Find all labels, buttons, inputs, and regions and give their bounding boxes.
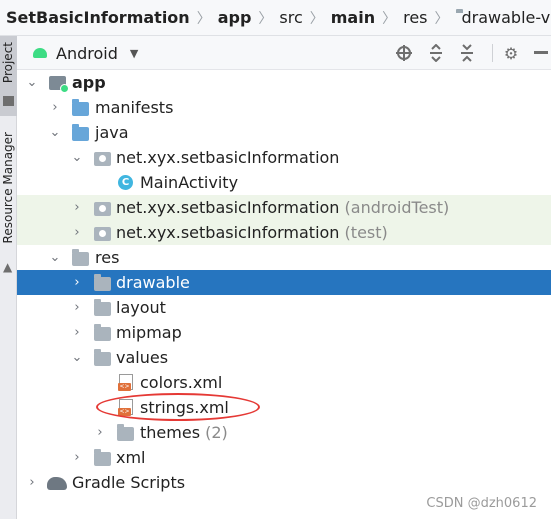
tree-row-package-androidtest[interactable]: › net.xyx.setbasicInformation (androidTe… [17,195,551,220]
item-count: (2) [205,423,228,442]
tree-row-label: colors.xml [140,373,223,392]
tree-row-mainactivity[interactable]: C MainActivity [17,170,551,195]
chevron-right-icon[interactable]: › [25,475,39,490]
tree-row-label: drawable [116,273,190,292]
chevron-right-icon[interactable]: › [48,100,62,115]
package-icon [94,152,111,166]
tree-row-label: net.xyx.setbasicInformation (test) [116,223,388,242]
chevron-right-icon[interactable]: › [70,225,84,240]
collapse-all-icon[interactable] [457,43,477,63]
folder-icon [3,96,14,106]
tool-window-strip: Project Resource Manager ▲ [0,36,17,519]
chevron-right-icon[interactable]: › [70,300,84,315]
folder-name: themes [140,423,201,442]
package-icon [94,227,111,241]
breadcrumb-item-res[interactable]: res [403,8,427,27]
folder-icon [94,324,111,341]
breadcrumb-item-main[interactable]: main [331,8,375,27]
folder-icon [94,274,111,291]
annotation-ellipse [96,393,260,421]
tree-row-label: MainActivity [140,173,239,192]
folder-icon [72,249,89,266]
tree-row-label: manifests [95,98,174,117]
folder-icon [72,124,89,141]
locate-icon[interactable] [394,43,414,63]
chevron-down-icon[interactable]: ⌄ [48,125,62,140]
package-icon [94,202,111,216]
android-icon [33,48,47,58]
tree-row-package[interactable]: ⌄ net.xyx.setbasicInformation [17,145,551,170]
tree-row-label: mipmap [116,323,182,342]
breadcrumb-separator-icon: 〉 [382,10,397,27]
tree-row-label: layout [116,298,166,317]
project-tab-label: Project [1,42,15,84]
tree-row-gradle-scripts[interactable]: › Gradle Scripts [17,470,551,495]
module-icon [49,76,69,93]
resource-manager-tab[interactable]: Resource Manager [1,132,15,243]
project-view-selector[interactable]: Android ▼ [33,42,138,64]
folder-icon [72,99,89,116]
project-view-label: Android [56,43,118,63]
breadcrumb-separator-icon: 〉 [309,10,324,27]
project-tool-tab[interactable]: Project [0,36,17,116]
tree-row-themes[interactable]: › themes (2) [17,420,551,445]
tree-row-colors-xml[interactable]: colors.xml [17,370,551,395]
tree-row-res[interactable]: ⌄ res [17,245,551,270]
toolbar-separator [492,44,493,62]
breadcrumb-separator-icon: 〉 [434,10,449,27]
breadcrumb-item-app[interactable]: app [218,8,252,27]
source-set-label: (test) [344,223,388,242]
project-toolbar: Android ▼ ⚙ [17,36,551,70]
breadcrumb-item-project[interactable]: SetBasicInformation [6,8,190,27]
breadcrumb-separator-icon: 〉 [196,10,211,27]
folder-icon [117,424,134,441]
tree-row-manifests[interactable]: › manifests [17,95,551,120]
tree-row-java[interactable]: ⌄ java [17,120,551,145]
tree-row-label: xml [116,448,146,467]
tree-row-layout[interactable]: › layout [17,295,551,320]
breadcrumb-item-src[interactable]: src [279,8,302,27]
tree-row-package-test[interactable]: › net.xyx.setbasicInformation (test) [17,220,551,245]
settings-icon[interactable]: ⚙ [501,43,521,63]
folder-icon [94,449,111,466]
tree-row-label: app [72,73,106,92]
chevron-right-icon[interactable]: › [70,275,84,290]
source-set-label: (androidTest) [344,198,450,217]
tree-row-xml[interactable]: › xml [17,445,551,470]
tree-row-label: Gradle Scripts [72,473,186,492]
tree-row-app[interactable]: ⌄ app [17,70,551,95]
tree-row-label: values [116,348,169,367]
watermark: CSDN @dzh0612 [426,496,537,511]
folder-icon [94,299,111,316]
chevron-down-icon[interactable]: ⌄ [70,350,84,365]
chevron-right-icon[interactable]: › [70,200,84,215]
tree-row-drawable[interactable]: › drawable [17,270,551,295]
chevron-right-icon[interactable]: › [93,425,107,440]
tree-row-label: net.xyx.setbasicInformation [116,148,340,167]
tree-row-values[interactable]: ⌄ values [17,345,551,370]
package-name: net.xyx.setbasicInformation [116,223,340,242]
breadcrumb-separator-icon: 〉 [258,10,273,27]
expand-all-icon[interactable] [426,43,446,63]
chevron-right-icon[interactable]: › [70,325,84,340]
chevron-down-icon: ▼ [129,46,139,60]
gradle-icon [47,477,67,490]
hide-icon[interactable] [531,43,551,63]
chevron-right-icon[interactable]: › [70,450,84,465]
tree-row-label: java [95,123,129,142]
tree-row-mipmap[interactable]: › mipmap [17,320,551,345]
tree-row-label: net.xyx.setbasicInformation (androidTest… [116,198,449,217]
tree-row-label: res [95,248,120,267]
chevron-down-icon[interactable]: ⌄ [48,250,62,265]
resource-manager-icon: ▲ [3,260,13,274]
chevron-down-icon[interactable]: ⌄ [25,75,39,90]
breadcrumb-item-drawable-v24[interactable]: drawable-v24 [462,8,551,27]
tree-row-label: themes (2) [140,423,228,442]
package-name: net.xyx.setbasicInformation [116,198,340,217]
class-icon: C [118,175,133,190]
chevron-down-icon[interactable]: ⌄ [70,150,84,165]
breadcrumb: SetBasicInformation 〉 app 〉 src 〉 main 〉… [0,0,551,36]
folder-icon [94,349,111,366]
xml-file-icon [118,374,133,391]
